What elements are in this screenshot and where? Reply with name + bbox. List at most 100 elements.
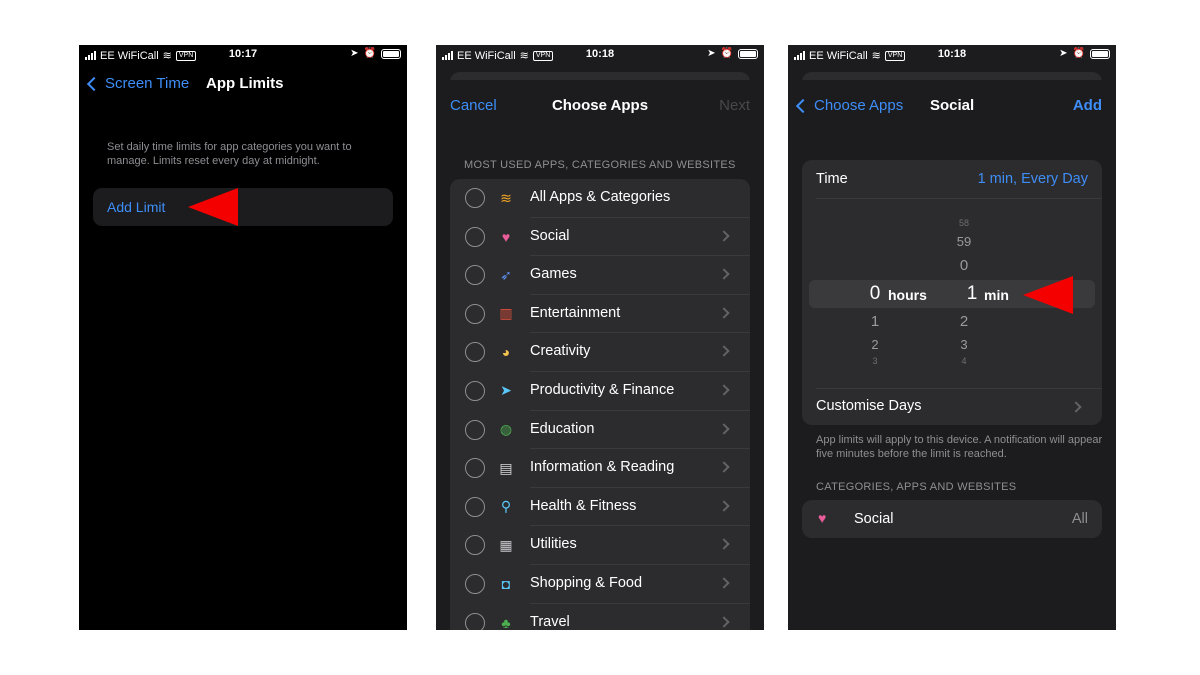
stack-icon: ≋ bbox=[500, 189, 512, 206]
hours-option[interactable]: 3 bbox=[860, 356, 890, 366]
radio-button[interactable] bbox=[465, 573, 485, 594]
next-button[interactable]: Next bbox=[719, 97, 750, 114]
radio-button[interactable] bbox=[465, 188, 485, 208]
page-title: Choose Apps bbox=[551, 97, 649, 114]
category-row[interactable]: ⚲ Health & Fitness bbox=[450, 488, 750, 527]
hours-unit: hours bbox=[888, 287, 927, 303]
hours-option[interactable]: 2 bbox=[860, 337, 890, 352]
radio-button[interactable] bbox=[465, 226, 485, 247]
radio-button[interactable] bbox=[465, 303, 485, 324]
footnote-text: App limits will apply to this device. A … bbox=[816, 434, 1103, 460]
calculator-icon: ▦ bbox=[499, 536, 513, 553]
status-bar: EE WiFiCall ≋ VPN 10:18 ➤ ⏰ bbox=[436, 45, 764, 65]
minutes-option[interactable]: 58 bbox=[949, 218, 979, 228]
minutes-option[interactable]: 59 bbox=[949, 234, 979, 249]
battery-icon bbox=[738, 48, 758, 59]
back-button[interactable]: Screen Time bbox=[86, 75, 190, 92]
chevron-right-icon bbox=[718, 307, 730, 319]
bicycle-icon: ⚲ bbox=[500, 498, 512, 515]
category-label: Education bbox=[530, 420, 595, 437]
category-row[interactable]: ➤ Productivity & Finance bbox=[450, 372, 750, 411]
customise-days-row[interactable]: Customise Days bbox=[802, 388, 1102, 425]
minutes-option[interactable]: 0 bbox=[949, 257, 979, 274]
chevron-right-icon bbox=[718, 268, 730, 280]
screen-app-limits: EE WiFiCall ≋ VPN 10:17 ➤ ⏰ Screen Time … bbox=[79, 45, 407, 630]
speech-bubble-icon: ♥ bbox=[818, 510, 827, 526]
category-row[interactable]: ▦ Utilities bbox=[450, 526, 750, 565]
category-row[interactable]: ◍ Education bbox=[450, 411, 750, 450]
back-label: Choose Apps bbox=[814, 97, 904, 114]
category-label: Health & Fitness bbox=[530, 497, 637, 514]
category-row[interactable]: ◕ Creativity bbox=[450, 333, 750, 372]
minutes-selected[interactable]: 1 bbox=[957, 283, 987, 305]
alarm-icon: ⏰ bbox=[1072, 48, 1085, 59]
category-label: Shopping & Food bbox=[530, 574, 643, 591]
nav-bar: Screen Time App Limits bbox=[79, 73, 407, 95]
alarm-icon: ⏰ bbox=[363, 48, 376, 59]
section-header: CATEGORIES, APPS AND WEBSITES bbox=[816, 481, 1017, 493]
category-label: Creativity bbox=[530, 343, 591, 360]
radio-button[interactable] bbox=[465, 380, 485, 401]
radio-button[interactable] bbox=[465, 612, 485, 630]
category-row[interactable]: ♣ Travel bbox=[450, 604, 750, 630]
radio-button[interactable] bbox=[465, 535, 485, 556]
chevron-right-icon bbox=[718, 500, 730, 512]
shopping-bag-icon: ◘ bbox=[501, 575, 511, 592]
popcorn-icon: ▥ bbox=[499, 305, 513, 322]
rocket-icon: ➶ bbox=[500, 266, 512, 283]
modal-sheet: Choose Apps Social Add Time 1 min, Every… bbox=[788, 80, 1116, 630]
radio-button[interactable] bbox=[465, 419, 485, 440]
globe-icon: ◍ bbox=[499, 421, 513, 438]
back-button[interactable]: Choose Apps bbox=[795, 97, 904, 114]
category-label: All Apps & Categories bbox=[530, 189, 671, 205]
chevron-right-icon bbox=[1070, 401, 1082, 413]
category-label: Utilities bbox=[530, 536, 577, 553]
social-category-row[interactable]: ♥ Social All bbox=[802, 500, 1102, 538]
minutes-option[interactable]: 3 bbox=[949, 337, 979, 352]
chevron-right-icon bbox=[718, 461, 730, 473]
minutes-option[interactable]: 4 bbox=[949, 356, 979, 366]
status-bar: EE WiFiCall ≋ VPN 10:18 ➤ ⏰ bbox=[788, 45, 1116, 65]
red-arrow-annotation bbox=[1023, 276, 1073, 314]
status-bar: EE WiFiCall ≋ VPN 10:17 ➤ ⏰ bbox=[79, 45, 407, 65]
time-row[interactable]: Time 1 min, Every Day bbox=[802, 160, 1102, 198]
red-arrow-annotation bbox=[188, 188, 238, 226]
hours-option[interactable]: 1 bbox=[860, 313, 890, 330]
chevron-right-icon bbox=[718, 384, 730, 396]
divider bbox=[816, 198, 1102, 199]
description-text: Set daily time limits for app categories… bbox=[107, 141, 352, 167]
page-title: App Limits bbox=[206, 75, 284, 92]
page-title: Social bbox=[930, 97, 975, 114]
minutes-option[interactable]: 2 bbox=[949, 313, 979, 330]
radio-button[interactable] bbox=[465, 342, 485, 363]
chevron-left-icon bbox=[795, 98, 811, 113]
palette-icon: ◕ bbox=[501, 344, 511, 361]
add-limit-button[interactable]: Add Limit bbox=[93, 188, 393, 226]
category-label: Games bbox=[530, 266, 577, 283]
category-row[interactable]: ♥ Social bbox=[450, 218, 750, 257]
chevron-right-icon bbox=[718, 345, 730, 358]
minutes-unit: min bbox=[984, 287, 1009, 303]
back-label: Screen Time bbox=[105, 75, 190, 92]
add-button[interactable]: Add bbox=[1073, 97, 1102, 114]
battery-icon bbox=[381, 48, 401, 59]
location-icon: ➤ bbox=[1059, 48, 1068, 59]
radio-button[interactable] bbox=[465, 496, 485, 517]
chevron-right-icon bbox=[718, 229, 730, 242]
time-label: Time bbox=[816, 171, 848, 187]
chevron-right-icon bbox=[718, 422, 730, 435]
category-row[interactable]: ▤ Information & Reading bbox=[450, 449, 750, 488]
category-label: Information & Reading bbox=[530, 459, 675, 476]
radio-button[interactable] bbox=[465, 458, 485, 479]
category-row[interactable]: ≋ All Apps & Categories bbox=[450, 179, 750, 218]
speech-bubble-icon: ♥ bbox=[501, 228, 511, 245]
category-row[interactable]: ◘ Shopping & Food bbox=[450, 565, 750, 604]
hours-selected[interactable]: 0 bbox=[860, 283, 890, 305]
palm-tree-icon: ♣ bbox=[501, 614, 511, 630]
location-icon: ➤ bbox=[350, 48, 359, 59]
category-row[interactable]: ➶ Games bbox=[450, 256, 750, 295]
category-row[interactable]: ▥ Entertainment bbox=[450, 295, 750, 334]
location-icon: ➤ bbox=[707, 48, 716, 59]
radio-button[interactable] bbox=[465, 265, 485, 286]
category-label: Travel bbox=[530, 613, 570, 630]
